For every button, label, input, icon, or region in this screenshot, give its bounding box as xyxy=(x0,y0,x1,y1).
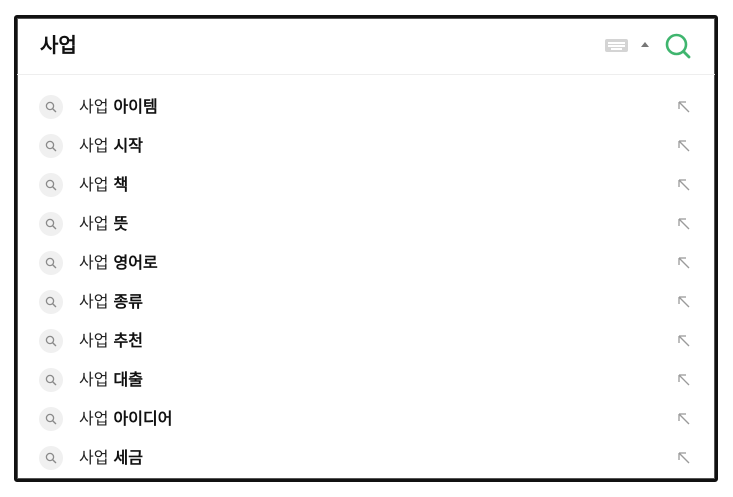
fill-query-arrow-icon[interactable] xyxy=(677,333,691,347)
suggestion-label: 사업 추천 xyxy=(79,330,143,352)
suggestion-search-icon xyxy=(39,290,63,314)
suggestion-label: 사업 시작 xyxy=(79,135,143,157)
search-autocomplete-panel: 사업 사업 아이템 사업 시작 사업 책 사업 뜻 사업 영어로 사업 종류 사업 추천 사업… xyxy=(14,15,718,482)
fill-query-arrow-icon[interactable] xyxy=(677,99,691,113)
suggestion-prefix: 사업 xyxy=(79,175,109,194)
search-header: 사업 xyxy=(17,18,715,75)
caret-up-icon[interactable] xyxy=(641,42,649,47)
suggestion-item[interactable]: 사업 추천 xyxy=(17,322,715,361)
suggestion-prefix: 사업 xyxy=(79,136,109,155)
fill-query-arrow-icon[interactable] xyxy=(677,450,691,464)
fill-query-arrow-icon[interactable] xyxy=(677,255,691,269)
suggestion-label: 사업 대출 xyxy=(79,369,143,391)
suggestion-label: 사업 영어로 xyxy=(79,252,158,274)
suggestion-suffix: 시작 xyxy=(113,136,143,155)
suggestion-label: 사업 뜻 xyxy=(79,213,128,235)
search-icon xyxy=(665,33,691,59)
fill-query-arrow-icon[interactable] xyxy=(677,294,691,308)
suggestion-prefix: 사업 xyxy=(79,214,109,233)
suggestion-suffix: 책 xyxy=(113,175,129,194)
suggestion-prefix: 사업 xyxy=(79,97,109,116)
suggestion-search-icon xyxy=(39,368,63,392)
suggestion-label: 사업 아이템 xyxy=(79,96,158,118)
suggestion-search-icon xyxy=(39,446,63,470)
keyboard-icon[interactable] xyxy=(605,39,628,52)
suggestion-suffix: 대출 xyxy=(113,370,143,389)
suggestion-item[interactable]: 사업 뜻 xyxy=(17,205,715,244)
suggestion-suffix: 아이디어 xyxy=(113,409,173,428)
suggestion-prefix: 사업 xyxy=(79,253,109,272)
suggestion-item[interactable]: 사업 아이디어 xyxy=(17,400,715,439)
suggestion-prefix: 사업 xyxy=(79,409,109,428)
suggestion-label: 사업 종류 xyxy=(79,291,143,313)
suggestion-suffix: 영어로 xyxy=(113,253,158,272)
fill-query-arrow-icon[interactable] xyxy=(677,216,691,230)
suggestion-search-icon xyxy=(39,95,63,119)
suggestion-suffix: 세금 xyxy=(113,448,143,467)
suggestion-suffix: 아이템 xyxy=(113,97,158,116)
suggestion-prefix: 사업 xyxy=(79,292,109,311)
suggestion-label: 사업 아이디어 xyxy=(79,408,172,430)
search-button[interactable] xyxy=(664,32,692,60)
suggestion-label: 사업 책 xyxy=(79,174,128,196)
suggestion-item[interactable]: 사업 대출 xyxy=(17,361,715,400)
suggestion-search-icon xyxy=(39,407,63,431)
suggestion-item[interactable]: 사업 책 xyxy=(17,166,715,205)
suggestion-suffix: 추천 xyxy=(113,331,143,350)
suggestion-label: 사업 세금 xyxy=(79,447,143,469)
suggestion-prefix: 사업 xyxy=(79,370,109,389)
suggestion-item[interactable]: 사업 영어로 xyxy=(17,244,715,283)
suggestion-item[interactable]: 사업 종류 xyxy=(17,283,715,322)
suggestion-list: 사업 아이템 사업 시작 사업 책 사업 뜻 사업 영어로 사업 종류 사업 추천 사업 대출… xyxy=(17,88,715,478)
suggestion-prefix: 사업 xyxy=(79,331,109,350)
suggestion-search-icon xyxy=(39,134,63,158)
suggestion-search-icon xyxy=(39,329,63,353)
fill-query-arrow-icon[interactable] xyxy=(677,177,691,191)
suggestion-item[interactable]: 사업 시작 xyxy=(17,127,715,166)
fill-query-arrow-icon[interactable] xyxy=(677,411,691,425)
fill-query-arrow-icon[interactable] xyxy=(677,138,691,152)
search-query-text[interactable]: 사업 xyxy=(40,32,77,58)
fill-query-arrow-icon[interactable] xyxy=(677,372,691,386)
suggestion-search-icon xyxy=(39,212,63,236)
suggestion-search-icon xyxy=(39,173,63,197)
suggestion-suffix: 종류 xyxy=(113,292,143,311)
suggestion-item[interactable]: 사업 세금 xyxy=(17,439,715,478)
suggestion-search-icon xyxy=(39,251,63,275)
suggestion-prefix: 사업 xyxy=(79,448,109,467)
suggestion-suffix: 뜻 xyxy=(113,214,129,233)
suggestion-item[interactable]: 사업 아이템 xyxy=(17,88,715,127)
